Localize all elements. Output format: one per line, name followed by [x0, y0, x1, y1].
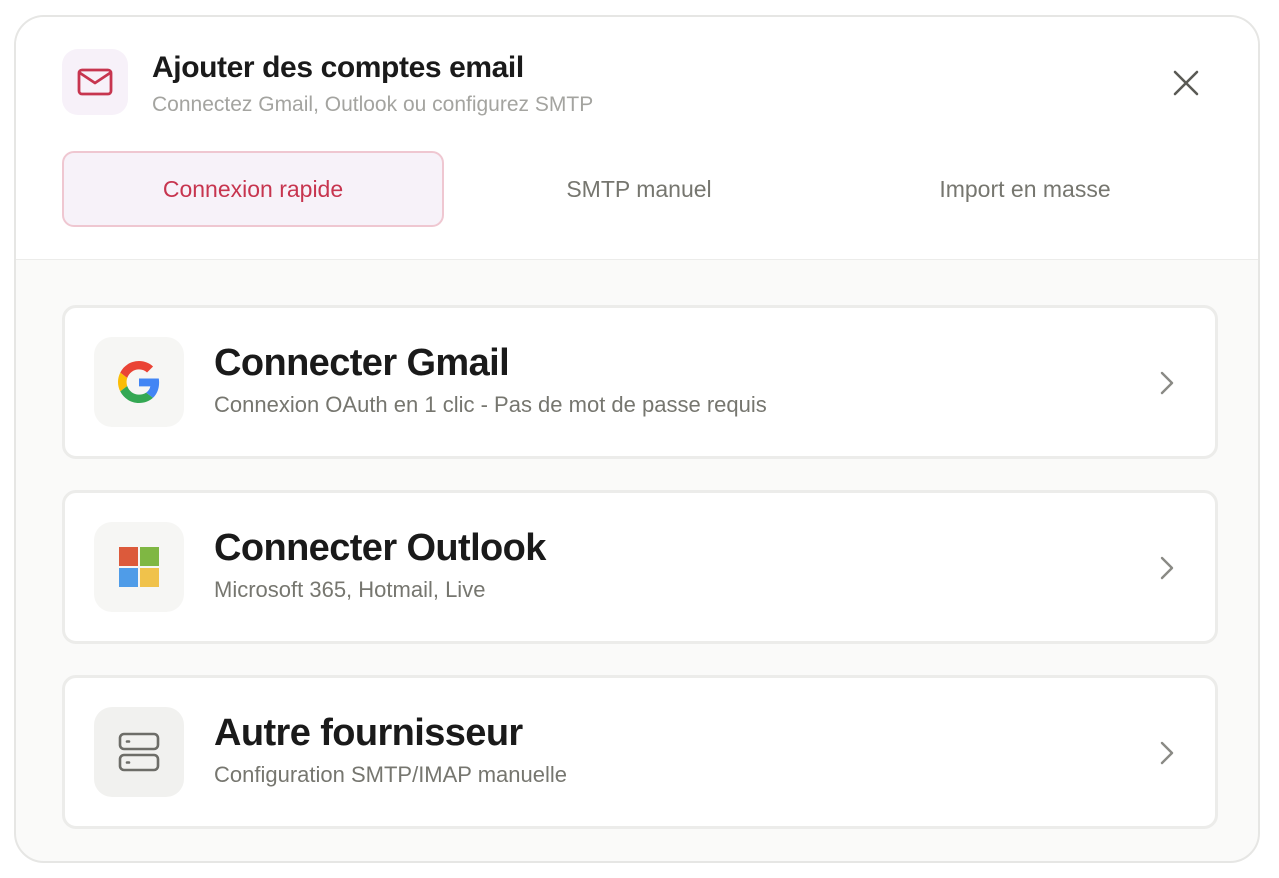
add-email-accounts-dialog: Ajouter des comptes email Connectez Gmai… [14, 15, 1260, 863]
dialog-header: Ajouter des comptes email Connectez Gmai… [16, 17, 1258, 260]
chevron-right-icon [1155, 370, 1179, 396]
dialog-subtitle: Connectez Gmail, Outlook ou configurez S… [152, 93, 594, 116]
chevron-right-icon [1155, 740, 1179, 766]
tab-import-en-masse[interactable]: Import en masse [834, 151, 1216, 227]
card-title: Connecter Gmail [214, 342, 510, 384]
close-icon [1173, 70, 1199, 96]
card-title: Autre fournisseur [214, 712, 523, 754]
card-description: Connexion OAuth en 1 clic - Pas de mot d… [214, 392, 767, 417]
close-button[interactable] [1164, 61, 1208, 105]
chevron-right-icon [1155, 555, 1179, 581]
tab-smtp-manuel[interactable]: SMTP manuel [448, 151, 830, 227]
server-icon [94, 707, 184, 797]
card-title: Connecter Outlook [214, 527, 546, 569]
google-icon [94, 337, 184, 427]
other-provider-option[interactable]: Autre fournisseur Configuration SMTP/IMA… [62, 675, 1218, 829]
microsoft-icon [94, 522, 184, 612]
tab-connexion-rapide[interactable]: Connexion rapide [62, 151, 444, 227]
connect-gmail-option[interactable]: Connecter Gmail Connexion OAuth en 1 cli… [62, 305, 1218, 459]
mail-icon [62, 49, 128, 115]
card-description: Configuration SMTP/IMAP manuelle [214, 762, 567, 787]
card-description: Microsoft 365, Hotmail, Live [214, 577, 486, 602]
tab-bar: Connexion rapide SMTP manuel Import en m… [62, 151, 1216, 227]
dialog-title: Ajouter des comptes email [152, 51, 524, 84]
connect-outlook-option[interactable]: Connecter Outlook Microsoft 365, Hotmail… [62, 490, 1218, 644]
